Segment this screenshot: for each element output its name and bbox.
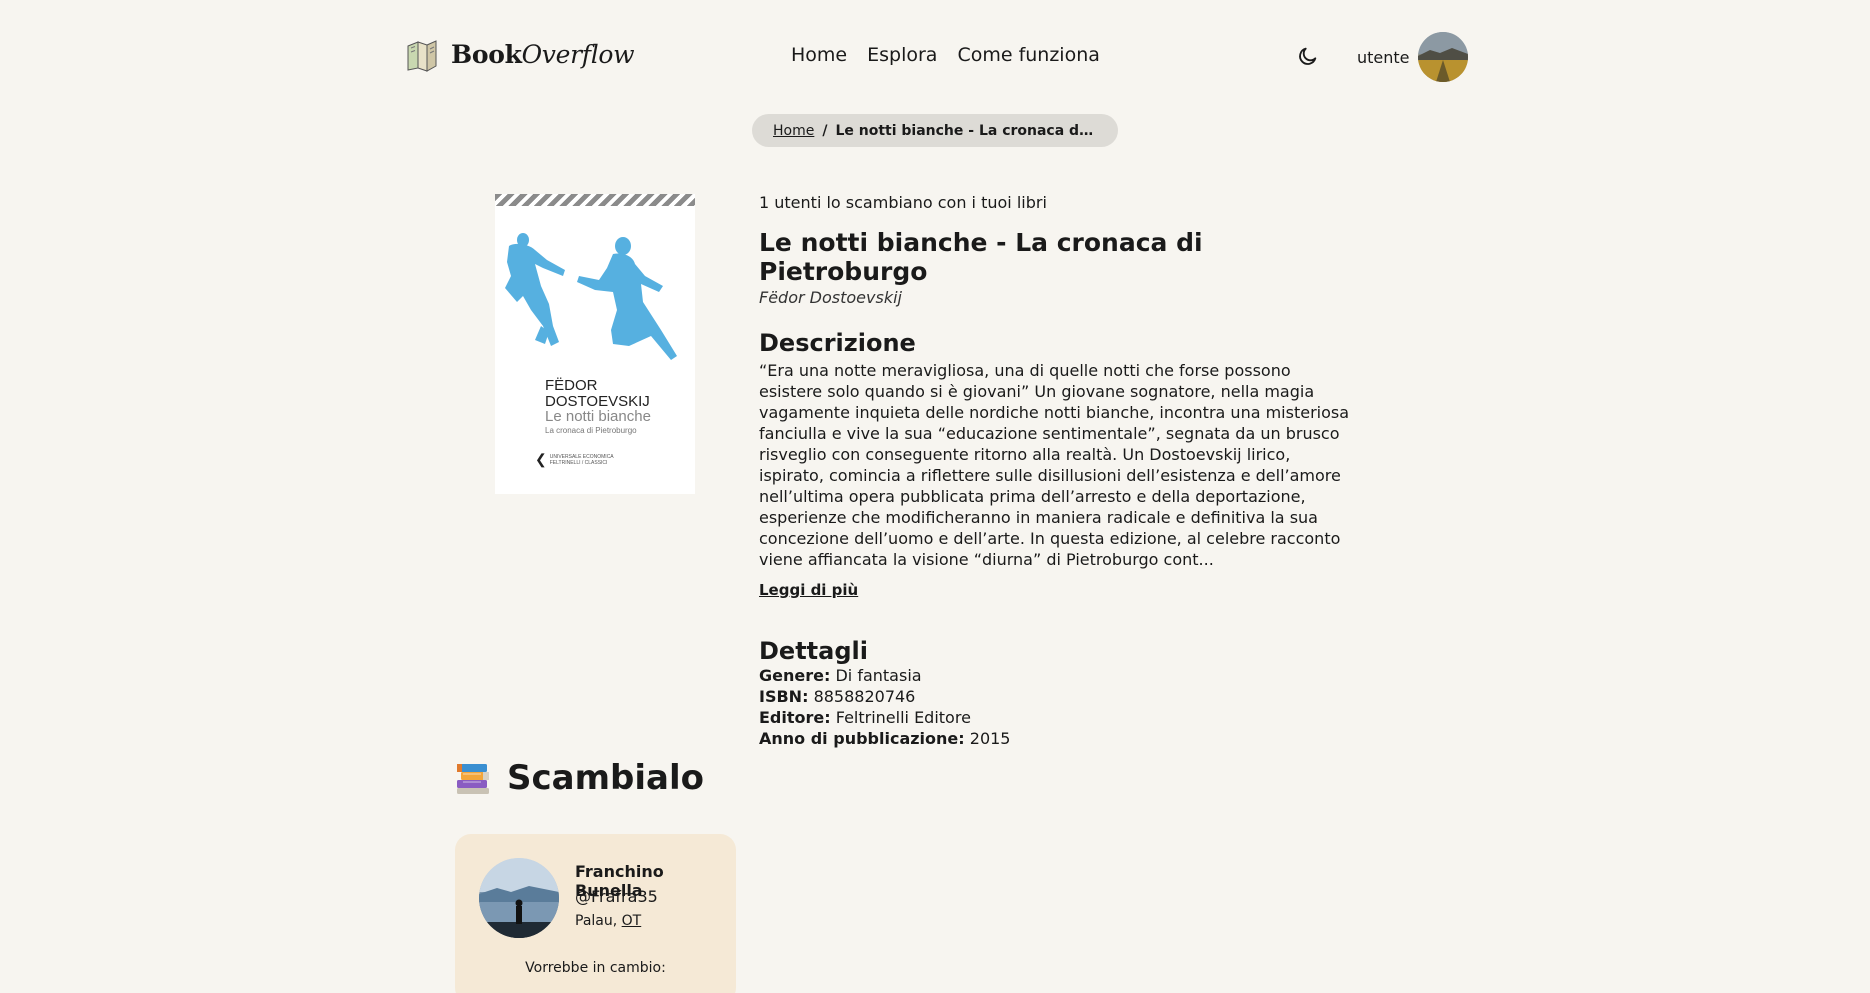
offer-wants-label: Vorrebbe in cambio:	[525, 960, 666, 976]
cover-title: Le notti bianche	[545, 408, 651, 425]
cover-publisher: ❮ UNIVERSALE ECONOMICA FELTRINELLI / CLA…	[535, 451, 620, 468]
offer-user-avatar[interactable]	[479, 858, 559, 938]
detail-key: Genere:	[759, 666, 831, 685]
brand-name: BookOverflow	[451, 39, 635, 69]
breadcrumb-home-link[interactable]: Home	[773, 123, 814, 139]
breadcrumb: Home / Le notti bianche - La cronaca di …	[752, 114, 1118, 147]
detail-key: Anno di pubblicazione:	[759, 729, 965, 748]
offer-city: Palau,	[575, 913, 622, 929]
user-label: utente	[1357, 47, 1410, 67]
swap-title: Scambialo	[507, 758, 704, 798]
detail-value: Feltrinelli Editore	[835, 708, 971, 727]
cover-publisher-text: UNIVERSALE ECONOMICA FELTRINELLI / CLASS…	[549, 453, 614, 466]
book-author: Fëdor Dostoevskij	[759, 288, 902, 307]
detail-key: Editore:	[759, 708, 831, 727]
description-heading: Descrizione	[759, 329, 916, 357]
site-header: BookOverflow Home Esplora Come funziona …	[0, 0, 1870, 112]
breadcrumb-current: Le notti bianche - La cronaca di Pietrob…	[835, 122, 1095, 139]
brand-name-bold: Book	[451, 39, 522, 69]
cover-subtitle: La cronaca di Pietroburgo	[545, 426, 637, 435]
book-cover: FËDOR DOSTOEVSKIJ Le notti bianche La cr…	[495, 194, 695, 494]
nav-home[interactable]: Home	[791, 44, 847, 66]
read-more-link[interactable]: Leggi di più	[759, 581, 858, 599]
offer-province: OT	[621, 913, 642, 929]
book-stack-logo-icon	[407, 40, 437, 72]
book-title: Le notti bianche - La cronaca di Pietrob…	[759, 228, 1203, 286]
swap-count-text: 1 utenti lo scambiano con i tuoi libri	[759, 193, 1047, 212]
nav-esplora[interactable]: Esplora	[867, 44, 937, 66]
offer-card[interactable]: Franchino Bunella @Frafra35 Palau, OT Vo…	[455, 834, 736, 993]
main-nav: Home Esplora Come funziona	[791, 44, 1100, 66]
detail-publisher: Editore: Feltrinelli Editore	[759, 707, 1359, 728]
detail-genre: Genere: Di fantasia	[759, 665, 1359, 686]
cover-skaters-illustration	[505, 233, 677, 360]
avatar[interactable]	[1417, 32, 1468, 82]
detail-value: 8858820746	[813, 687, 916, 706]
detail-value: Di fantasia	[835, 666, 922, 685]
brand-name-italic: Overflow	[521, 39, 635, 69]
detail-isbn: ISBN: 8858820746	[759, 686, 1359, 707]
moon-icon[interactable]	[1297, 45, 1319, 67]
breadcrumb-separator: /	[822, 122, 828, 139]
cover-stripes	[495, 194, 695, 206]
offer-user-location: Palau, OT	[575, 913, 641, 929]
detail-value: 2015	[969, 729, 1011, 748]
brand-logo[interactable]: BookOverflow	[405, 36, 635, 72]
book-description: “Era una notte meravigliosa, una di quel…	[759, 361, 1350, 569]
details-heading: Dettagli	[759, 637, 868, 665]
nav-come-funziona[interactable]: Come funziona	[957, 44, 1099, 66]
offer-user-handle[interactable]: @Frafra35	[575, 887, 658, 906]
cover-author: FËDOR DOSTOEVSKIJ	[545, 377, 650, 410]
feltrinelli-logo-icon: ❮	[535, 451, 547, 467]
detail-key: ISBN:	[759, 687, 809, 706]
books-icon	[457, 764, 489, 794]
swap-section-heading: Scambialo	[455, 758, 704, 798]
book-info: 1 utenti lo scambiano con i tuoi libri L…	[759, 193, 1359, 749]
detail-year: Anno di pubblicazione: 2015	[759, 728, 1359, 749]
user-menu[interactable]: utente	[1357, 32, 1468, 82]
